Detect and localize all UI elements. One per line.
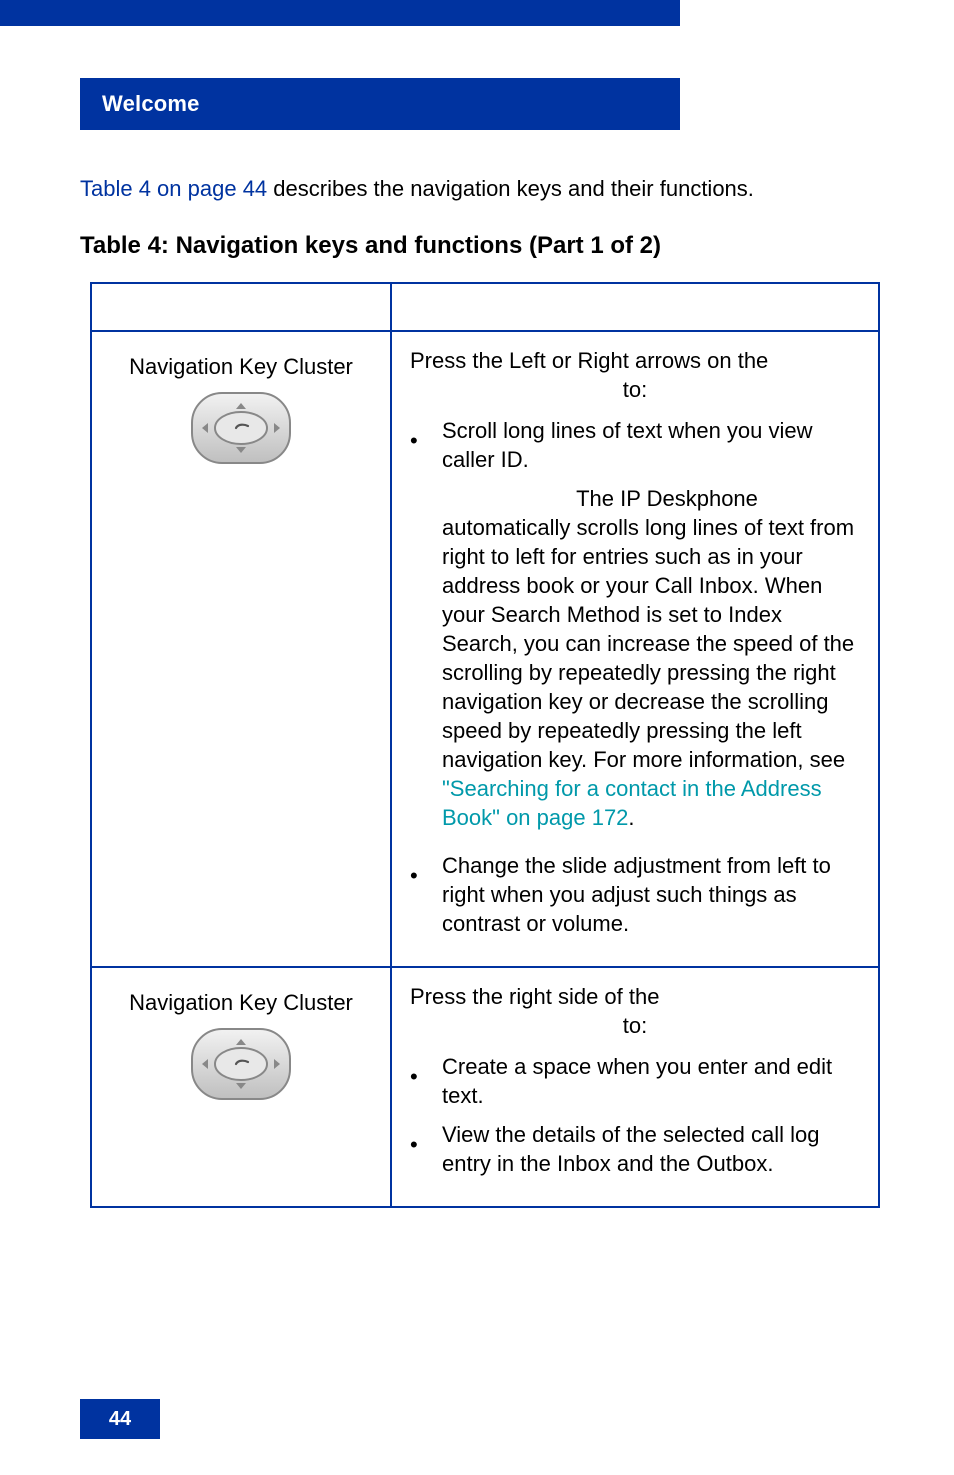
- nav-cluster-label: Navigation Key Cluster: [110, 982, 372, 1023]
- page-number: 44: [80, 1399, 160, 1439]
- row1-sub-after-link: .: [628, 805, 634, 830]
- table-header-row: [91, 283, 879, 331]
- row2-head: Press the right side of the to:: [410, 982, 860, 1040]
- section-title: Welcome: [102, 91, 200, 117]
- top-strip: [0, 0, 680, 26]
- row2-col1: Navigation Key Cluster: [91, 967, 391, 1207]
- row1-head-line2: to:: [623, 377, 647, 402]
- row1-sub-before-link: automatically scrolls long lines of text…: [442, 515, 854, 772]
- row2-head-line1: Press the right side of the: [410, 982, 860, 1011]
- table-header-cell-1: [91, 283, 391, 331]
- nav-cluster-icon: [186, 1023, 296, 1105]
- bullet-icon: [410, 851, 418, 938]
- row2-bullet1: Create a space when you enter and edit t…: [410, 1052, 860, 1110]
- row1-bullet2-text: Change the slide adjustment from left to…: [442, 851, 860, 938]
- row1-col2: Press the Left or Right arrows on the to…: [391, 331, 879, 967]
- row1-bullet2: Change the slide adjustment from left to…: [410, 851, 860, 938]
- table-row: Navigation Key Cluster Press the right s…: [91, 967, 879, 1207]
- table-header-cell-2: [391, 283, 879, 331]
- intro-rest: describes the navigation keys and their …: [267, 176, 754, 201]
- nav-cluster-label: Navigation Key Cluster: [110, 346, 372, 387]
- intro-paragraph: Table 4 on page 44 describes the navigat…: [80, 175, 890, 204]
- row2-bullet2: View the details of the selected call lo…: [410, 1120, 860, 1178]
- row2-col2: Press the right side of the to: Create a…: [391, 967, 879, 1207]
- row1-bullet1-text: Scroll long lines of text when you view …: [442, 416, 860, 474]
- table-caption: Table 4: Navigation keys and functions (…: [80, 232, 661, 260]
- nav-keys-table: Navigation Key Cluster Press the Left or…: [90, 282, 880, 1208]
- bullet-icon: [410, 416, 418, 474]
- section-header: Welcome: [80, 78, 680, 130]
- table-ref-link[interactable]: Table 4 on page 44: [80, 176, 267, 201]
- row2-head-line2: to:: [623, 1013, 647, 1038]
- table-row: Navigation Key Cluster Press the Left or…: [91, 331, 879, 967]
- bullet-icon: [410, 1052, 418, 1110]
- row2-bullet2-text: View the details of the selected call lo…: [442, 1120, 860, 1178]
- row1-head-line1: Press the Left or Right arrows on the: [410, 346, 860, 375]
- nav-cluster-icon: [186, 387, 296, 469]
- bullet-icon: [410, 1120, 418, 1178]
- row1-bullet1: Scroll long lines of text when you view …: [410, 416, 860, 474]
- row1-head: Press the Left or Right arrows on the to…: [410, 346, 860, 404]
- row1-sub-first: The IP Deskphone: [442, 484, 860, 513]
- row1-subparagraph: The IP Deskphone automatically scrolls l…: [442, 484, 860, 832]
- row1-col1: Navigation Key Cluster: [91, 331, 391, 967]
- row2-bullet1-text: Create a space when you enter and edit t…: [442, 1052, 860, 1110]
